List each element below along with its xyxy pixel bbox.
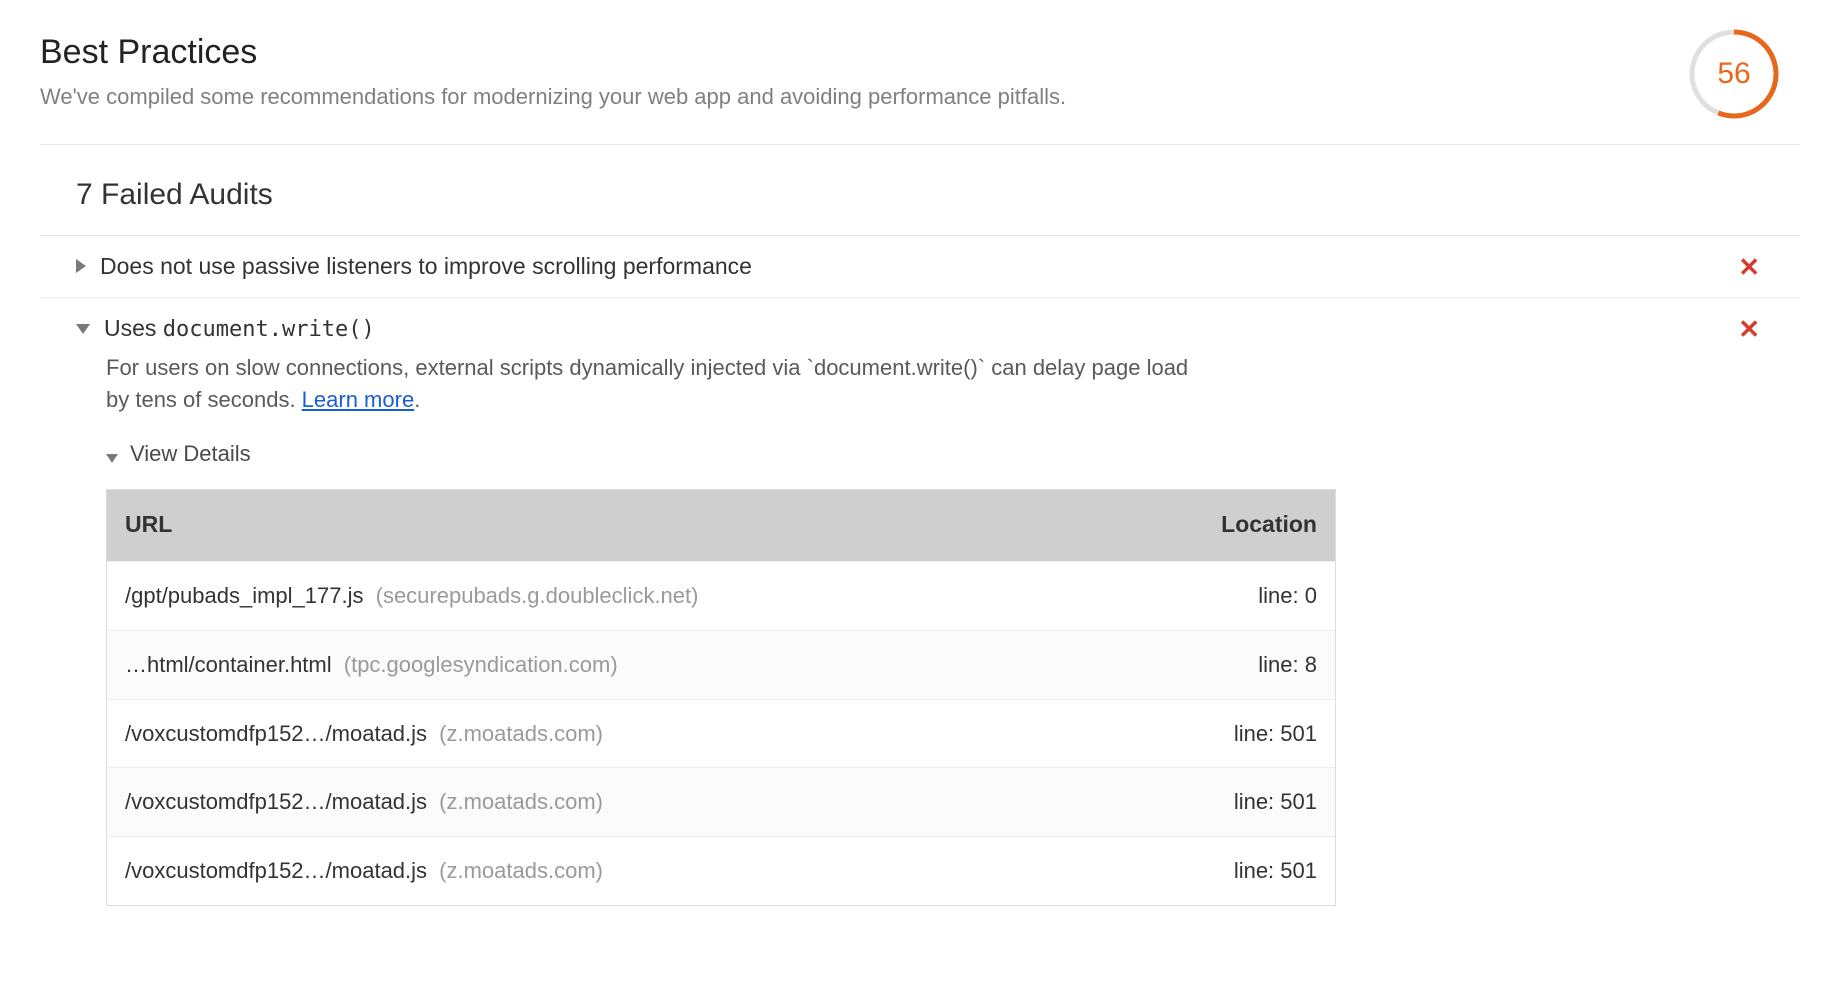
url-host: (z.moatads.com) <box>433 858 603 883</box>
url-host: (z.moatads.com) <box>433 789 603 814</box>
cell-url: /gpt/pubads_impl_177.js (securepubads.g.… <box>125 580 1147 612</box>
url-host: (tpc.googlesyndication.com) <box>338 652 618 677</box>
table-row: /voxcustomdfp152…/moatad.js (z.moatads.c… <box>107 836 1335 905</box>
failed-audits-heading: 7 Failed Audits <box>40 145 1800 236</box>
page-title: Best Practices <box>40 28 1066 77</box>
score-value: 56 <box>1688 28 1780 120</box>
audit-toggle-row[interactable]: Does not use passive listeners to improv… <box>40 250 1800 283</box>
audit-item: Does not use passive listeners to improv… <box>40 236 1800 298</box>
cell-location: line: 8 <box>1147 649 1317 681</box>
audit-item: Uses document.write() ✕ For users on slo… <box>40 298 1800 920</box>
table-row: /gpt/pubads_impl_177.js (securepubads.g.… <box>107 561 1335 630</box>
table-header: URL Location <box>107 490 1335 560</box>
audit-title-text: Uses <box>104 315 163 341</box>
cell-location: line: 501 <box>1147 855 1317 887</box>
audit-desc-text: For users on slow connections, external … <box>106 355 1188 412</box>
audit-details: View Details URL Location /gpt/pubads_im… <box>40 416 1800 907</box>
table-row: /voxcustomdfp152…/moatad.js (z.moatads.c… <box>107 699 1335 768</box>
cell-url: /voxcustomdfp152…/moatad.js (z.moatads.c… <box>125 718 1147 750</box>
chevron-down-icon <box>76 324 90 334</box>
learn-more-link[interactable]: Learn more <box>302 387 415 412</box>
table-row: /voxcustomdfp152…/moatad.js (z.moatads.c… <box>107 767 1335 836</box>
url-path: /voxcustomdfp152…/moatad.js <box>125 721 427 746</box>
chevron-right-icon <box>76 259 86 273</box>
audit-title: Uses document.write() <box>104 312 1724 346</box>
report-header: Best Practices We've compiled some recom… <box>40 0 1800 145</box>
header-text: Best Practices We've compiled some recom… <box>40 28 1066 113</box>
details-table: URL Location /gpt/pubads_impl_177.js (se… <box>106 489 1336 906</box>
url-host: (z.moatads.com) <box>433 721 603 746</box>
col-header-location: Location <box>1147 508 1317 541</box>
fail-icon: ✕ <box>1738 316 1760 342</box>
audit-title: Does not use passive listeners to improv… <box>100 250 1724 283</box>
cell-location: line: 501 <box>1147 718 1317 750</box>
url-path: …html/container.html <box>125 652 332 677</box>
table-row: …html/container.html (tpc.googlesyndicat… <box>107 630 1335 699</box>
view-details-toggle[interactable]: View Details <box>106 438 1800 470</box>
audit-description: For users on slow connections, external … <box>40 346 1280 416</box>
cell-location: line: 501 <box>1147 786 1317 818</box>
url-path: /voxcustomdfp152…/moatad.js <box>125 789 427 814</box>
url-path: /gpt/pubads_impl_177.js <box>125 583 364 608</box>
cell-url: /voxcustomdfp152…/moatad.js (z.moatads.c… <box>125 786 1147 818</box>
cell-url: /voxcustomdfp152…/moatad.js (z.moatads.c… <box>125 855 1147 887</box>
fail-icon: ✕ <box>1738 254 1760 280</box>
url-path: /voxcustomdfp152…/moatad.js <box>125 858 427 883</box>
audit-title-code: document.write() <box>163 317 375 342</box>
url-host: (securepubads.g.doubleclick.net) <box>370 583 699 608</box>
view-details-label: View Details <box>130 438 251 470</box>
table-body: /gpt/pubads_impl_177.js (securepubads.g.… <box>107 561 1335 905</box>
cell-location: line: 0 <box>1147 580 1317 612</box>
audit-report: Best Practices We've compiled some recom… <box>0 0 1840 960</box>
audit-toggle-row[interactable]: Uses document.write() ✕ <box>40 312 1800 346</box>
page-subtitle: We've compiled some recommendations for … <box>40 81 1066 113</box>
col-header-url: URL <box>125 508 1147 541</box>
audit-desc-suffix: . <box>414 387 420 412</box>
chevron-down-icon <box>106 454 118 463</box>
cell-url: …html/container.html (tpc.googlesyndicat… <box>125 649 1147 681</box>
score-gauge: 56 <box>1688 28 1780 120</box>
